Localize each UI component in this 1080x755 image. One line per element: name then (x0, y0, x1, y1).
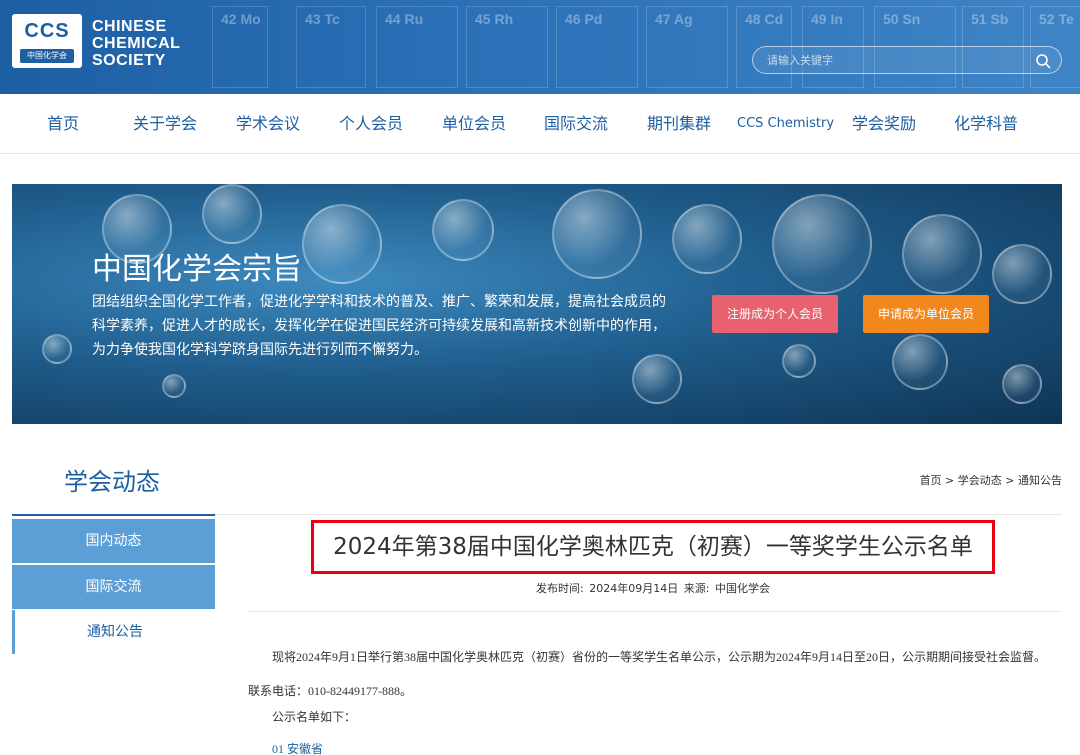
breadcrumb-home[interactable]: 首页 (920, 474, 942, 487)
periodic-symbol: 47 Ag (655, 11, 693, 27)
periodic-symbol: 44 Ru (385, 11, 424, 27)
nav-item-ccs-chemistry[interactable]: CCS Chemistry (737, 94, 834, 154)
nav-item-individual-members[interactable]: 个人会员 (339, 94, 403, 154)
banner-description: 团结组织全国化学工作者，促进化学学科和技术的普及、推广、繁荣和发展，提高社会成员… (92, 290, 692, 362)
meta-source: 中国化学会 (714, 582, 770, 595)
nav-item-about[interactable]: 关于学会 (133, 94, 197, 154)
periodic-cell: 47 Ag (646, 6, 728, 88)
periodic-symbol: 52 Te (1039, 11, 1074, 27)
banner-bubble (162, 374, 186, 398)
periodic-cell: 45 Rh (466, 6, 548, 88)
logo-abbr: CCS (24, 20, 70, 42)
periodic-symbol: 49 In (811, 11, 843, 27)
article-title-highlight: 2024年第38届中国化学奥林匹克（初赛）一等奖学生公示名单 (311, 520, 995, 574)
breadcrumb-news[interactable]: 学会动态 (958, 474, 1002, 487)
banner-bubble (552, 189, 642, 279)
mission-banner: 中国化学会宗旨 团结组织全国化学工作者，促进化学学科和技术的普及、推广、繁荣和发… (12, 184, 1062, 424)
periodic-symbol: 51 Sb (971, 11, 1009, 27)
article-divider (248, 611, 1060, 612)
sidebar-item-notices[interactable]: 通知公告 (12, 610, 215, 654)
register-individual-button[interactable]: 注册成为个人会员 (712, 295, 838, 333)
sidebar-item-domestic-news[interactable]: 国内动态 (12, 519, 215, 563)
ccs-logo[interactable]: CCS 中国化学会 (12, 14, 82, 68)
breadcrumb: 首页 > 学会动态 > 通知公告 (920, 472, 1062, 488)
meta-source-label: 来源: (683, 582, 710, 595)
periodic-cell: 43 Tc (296, 6, 366, 88)
banner-bubble (892, 334, 948, 390)
banner-line: 团结组织全国化学工作者，促进化学学科和技术的普及、推广、繁荣和发展，提高社会成员… (92, 294, 666, 310)
banner-bubble (42, 334, 72, 364)
sidebar-item-international-exchange[interactable]: 国际交流 (12, 565, 215, 609)
periodic-symbol: 48 Cd (745, 11, 784, 27)
nav-item-science-popularization[interactable]: 化学科普 (954, 94, 1018, 154)
logo-text-line: CHEMICAL (92, 35, 181, 52)
section-divider (215, 514, 1062, 515)
article-paragraph: 现将2024年9月1日举行第38届中国化学奥林匹克（初赛）省份的一等奖学生名单公… (248, 650, 1047, 698)
banner-bubble (902, 214, 982, 294)
periodic-symbol: 43 Tc (305, 11, 340, 27)
site-header: 42 Mo 43 Tc 44 Ru 45 Rh 46 Pd 47 Ag 48 C… (0, 0, 1080, 94)
nav-item-home[interactable]: 首页 (47, 94, 79, 154)
logo-text-line: SOCIETY (92, 52, 166, 69)
province-list-item[interactable]: 01 安徽省 (272, 740, 323, 755)
apply-unit-button[interactable]: 申请成为单位会员 (863, 295, 989, 333)
meta-time-label: 发布时间: (536, 582, 584, 595)
search-box (752, 46, 1062, 74)
periodic-cell: 42 Mo (212, 6, 268, 88)
banner-bubble (992, 244, 1052, 304)
nav-item-journals[interactable]: 期刊集群 (647, 94, 711, 154)
article-meta: 发布时间: 2024年09月14日 来源: 中国化学会 (248, 580, 1060, 596)
nav-item-awards[interactable]: 学会奖励 (852, 94, 916, 154)
section-title: 学会动态 (64, 468, 160, 496)
periodic-symbol: 45 Rh (475, 11, 514, 27)
logo-text-line: CHINESE (92, 18, 167, 35)
meta-time: 2024年09月14日 (589, 582, 679, 595)
banner-line: 为力争使我国化学科学跻身国际先进行列而不懈努力。 (92, 342, 428, 358)
nav-item-international[interactable]: 国际交流 (544, 94, 608, 154)
periodic-symbol: 50 Sn (883, 11, 921, 27)
banner-bubble (672, 204, 742, 274)
periodic-symbol: 42 Mo (221, 11, 261, 27)
banner-bubble (782, 344, 816, 378)
banner-bubble (772, 194, 872, 294)
section-divider (12, 514, 215, 516)
periodic-cell: 44 Ru (376, 6, 458, 88)
nav-item-conferences[interactable]: 学术会议 (236, 94, 300, 154)
article-list-intro: 公示名单如下： (272, 710, 357, 724)
search-icon[interactable] (1035, 53, 1051, 69)
breadcrumb-separator: > (1001, 474, 1018, 487)
banner-bubble (432, 199, 494, 261)
logo-cn-label: 中国化学会 (20, 49, 74, 63)
periodic-cell: 46 Pd (556, 6, 638, 88)
search-input[interactable] (767, 51, 1017, 71)
banner-title: 中国化学会宗旨 (92, 252, 302, 287)
main-nav: 首页 关于学会 学术会议 个人会员 单位会员 国际交流 期刊集群 CCS Che… (0, 94, 1080, 154)
periodic-symbol: 46 Pd (565, 11, 603, 27)
nav-item-unit-members[interactable]: 单位会员 (442, 94, 506, 154)
banner-bubble (1002, 364, 1042, 404)
banner-bubble (202, 184, 262, 244)
article-title: 2024年第38届中国化学奥林匹克（初赛）一等奖学生公示名单 (333, 534, 973, 560)
banner-line: 科学素养，促进人才的成长，发挥化学在促进国民经济可持续发展和高新技术创新中的作用… (92, 318, 666, 334)
logo-text: CHINESE CHEMICAL SOCIETY (92, 18, 180, 69)
breadcrumb-notices[interactable]: 通知公告 (1018, 474, 1062, 487)
banner-bubble (302, 204, 382, 284)
breadcrumb-separator: > (941, 474, 958, 487)
